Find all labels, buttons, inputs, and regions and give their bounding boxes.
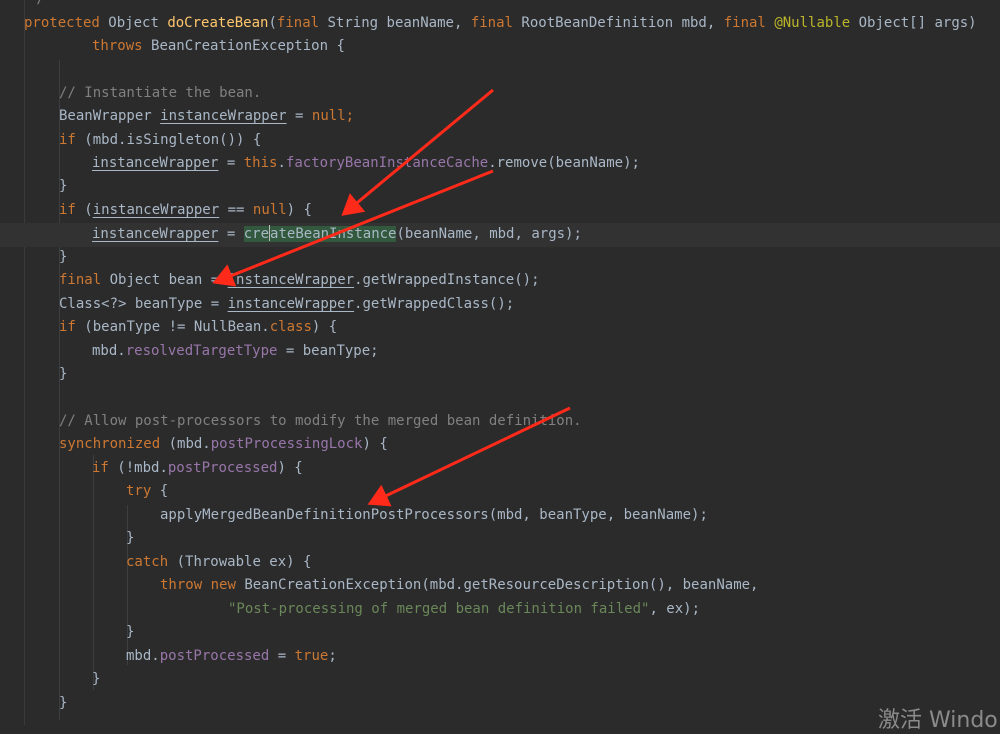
code-editor[interactable]: */ protected Object doCreateBean(final S… [0, 0, 1000, 733]
arrow [367, 406, 571, 507]
annotation-arrows [212, 88, 571, 507]
arrow [212, 169, 494, 287]
activation-watermark: 激活 Windo [878, 708, 998, 733]
arrow [341, 88, 494, 216]
